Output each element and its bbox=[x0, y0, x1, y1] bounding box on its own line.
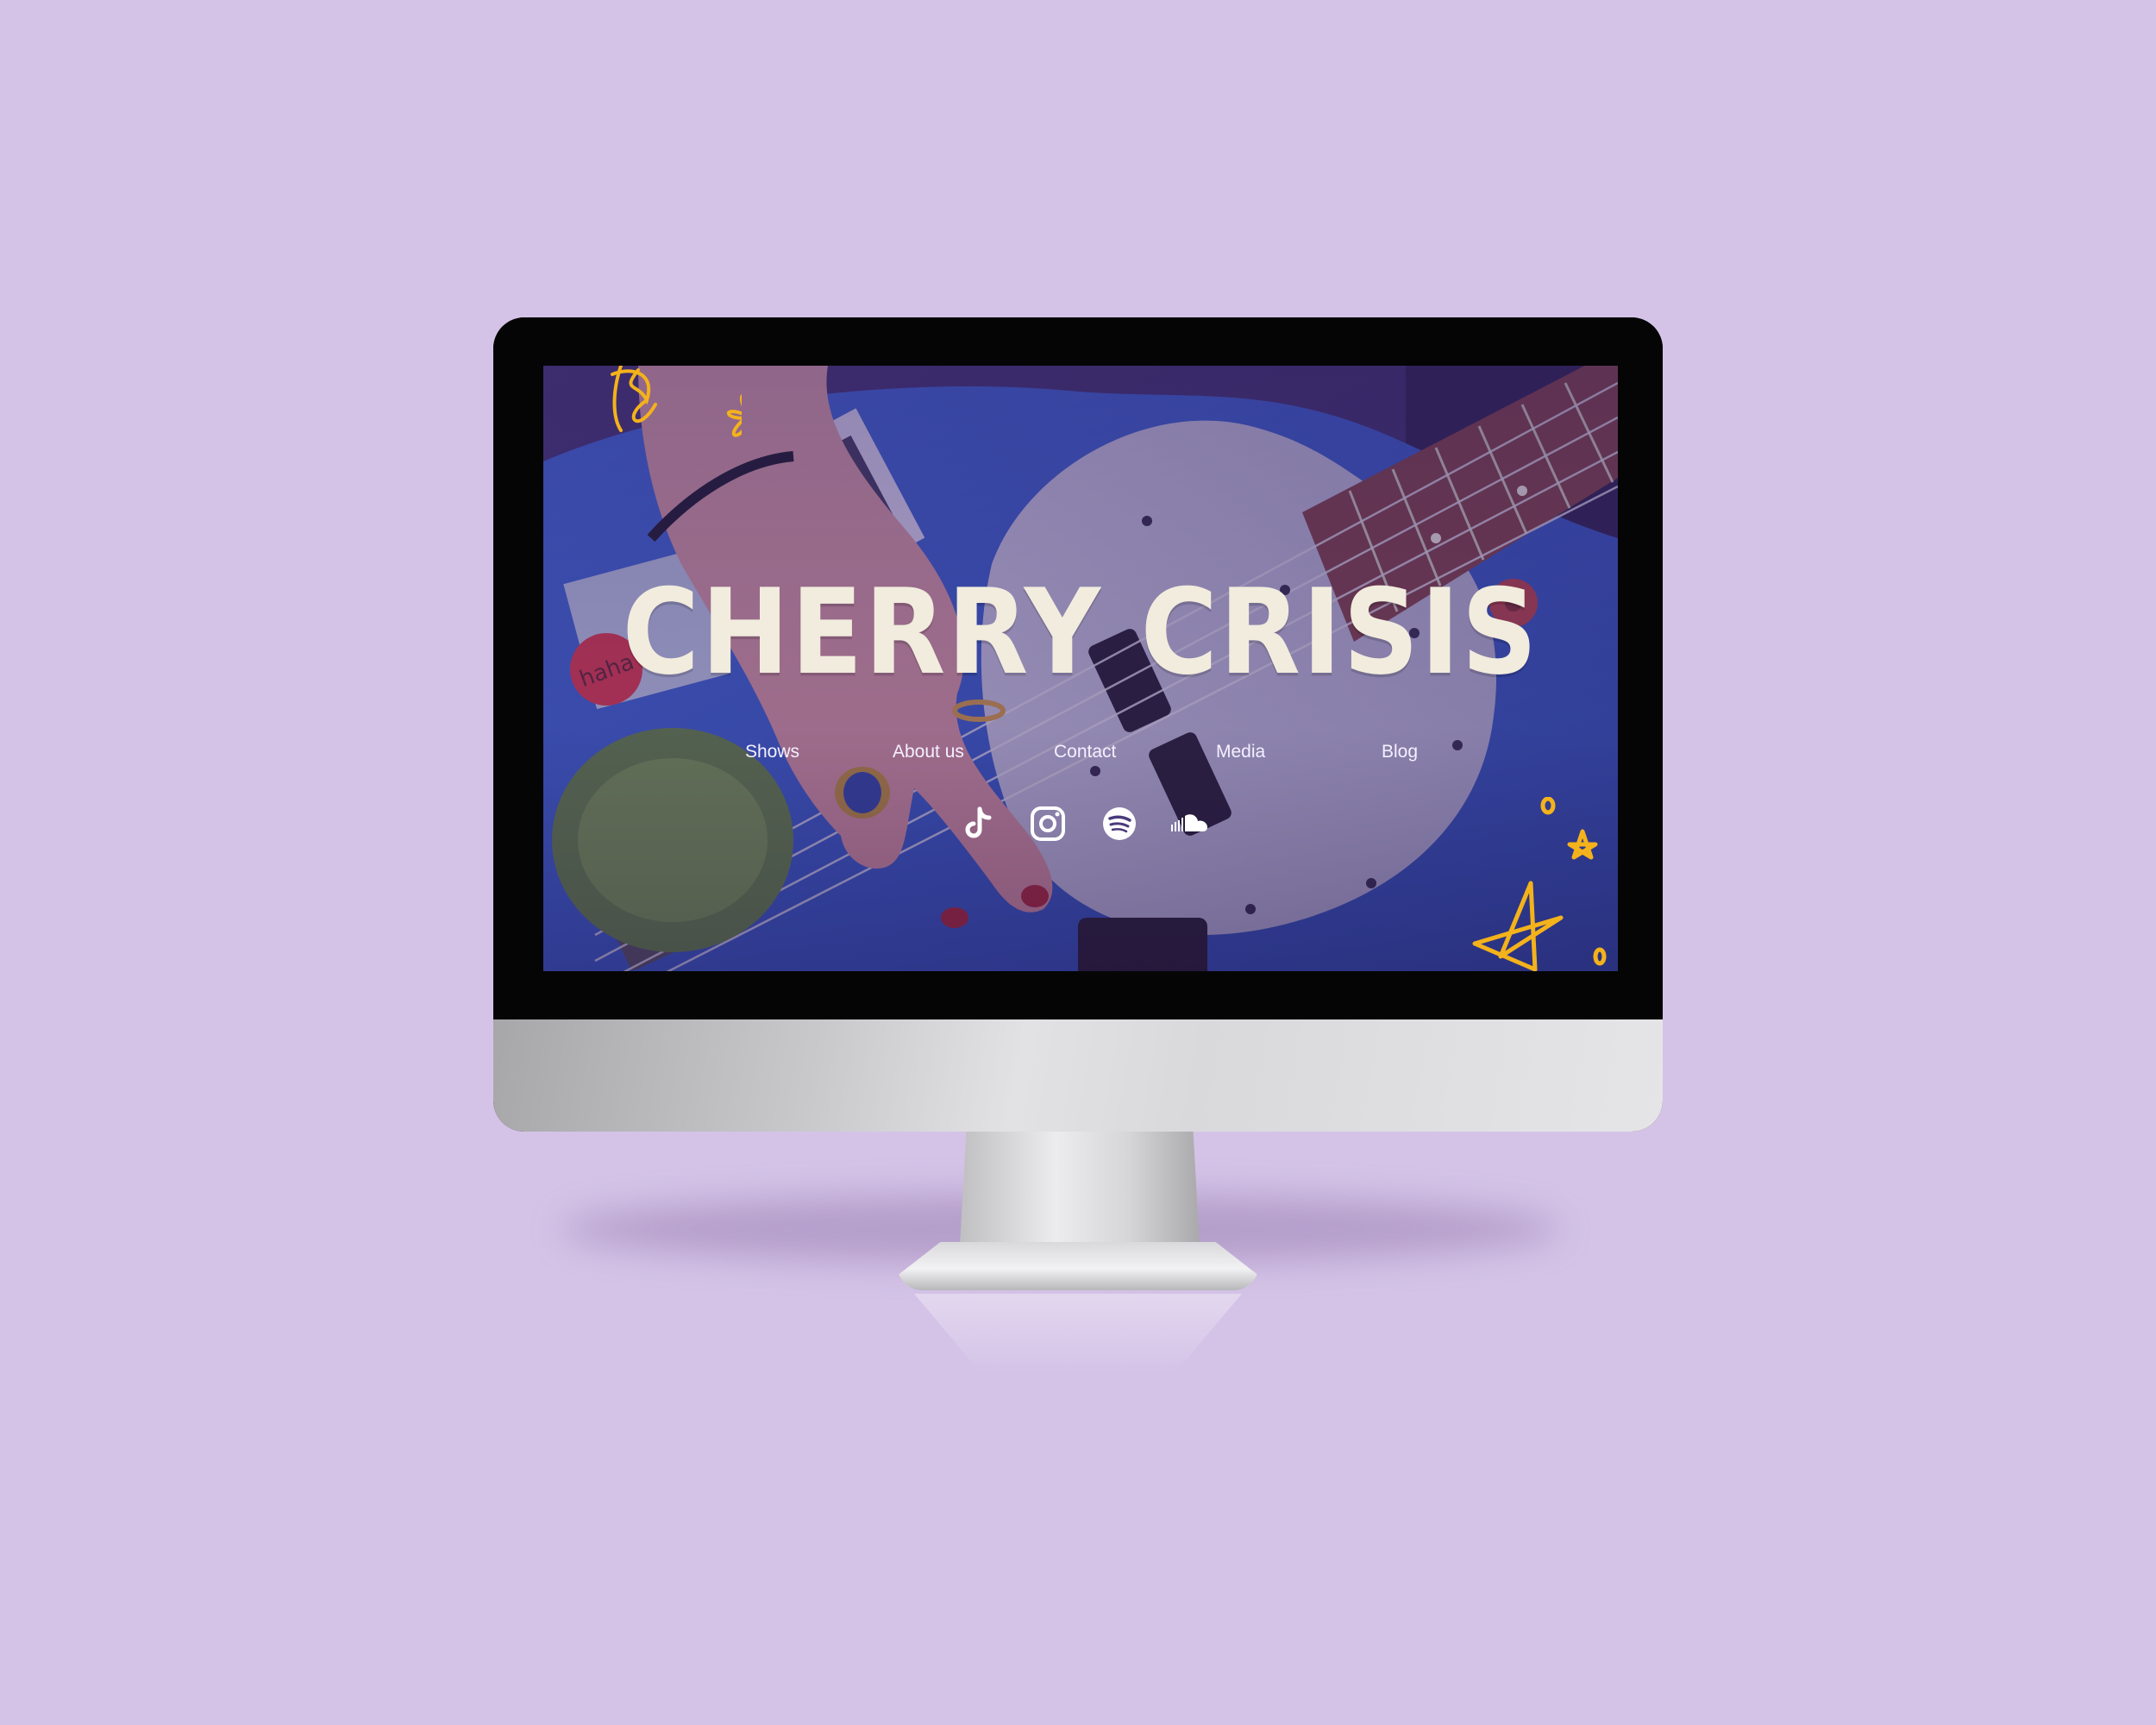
stand-reflection bbox=[914, 1294, 1242, 1371]
monitor-chin bbox=[493, 1019, 1663, 1132]
nav-media[interactable]: Media bbox=[1216, 742, 1265, 762]
monitor-stand-neck bbox=[959, 1132, 1200, 1261]
spotify-icon[interactable] bbox=[1100, 804, 1139, 844]
soundcloud-icon[interactable] bbox=[1169, 804, 1209, 844]
social-links bbox=[543, 804, 1618, 847]
website-screen: haha bbox=[543, 366, 1618, 971]
nav-shows[interactable]: Shows bbox=[745, 742, 799, 762]
tiktok-icon[interactable] bbox=[957, 804, 997, 844]
main-nav: Shows About us Contact Media Blog bbox=[543, 742, 1618, 776]
nav-blog[interactable]: Blog bbox=[1382, 742, 1418, 762]
site-title: CHERRY CRISIS bbox=[622, 563, 1539, 701]
nav-about-us[interactable]: About us bbox=[893, 742, 964, 762]
monitor-stand-foot bbox=[897, 1242, 1259, 1290]
instagram-icon[interactable] bbox=[1028, 804, 1068, 844]
nav-contact[interactable]: Contact bbox=[1054, 742, 1116, 762]
flower-doodle-icon bbox=[611, 366, 742, 437]
